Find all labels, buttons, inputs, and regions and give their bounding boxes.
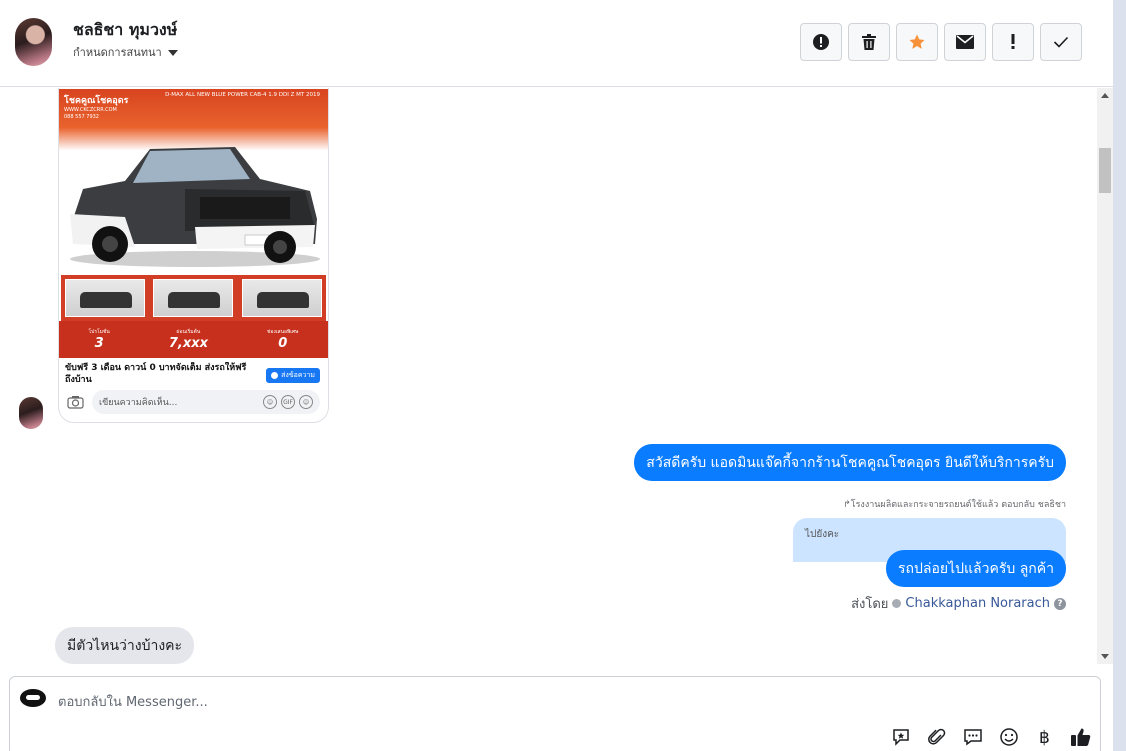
caret-down-icon: [167, 49, 178, 56]
ad-offer-3: ช่องเสนอพิเศษ 0: [267, 328, 299, 351]
page-logo-icon: [20, 689, 46, 707]
attachment-icon: [927, 728, 945, 745]
inbox-conversation-view: ชลธิชา ทุมวงษ์ กำหนดการสนทนา โชคคูณโชคอุ…: [0, 0, 1126, 751]
sent-by-line: ส่งโดย Chakkaphan Norarach ?: [851, 593, 1066, 614]
reply-composer[interactable]: ตอบกลับใน Messenger... ฿: [9, 676, 1101, 751]
like-button[interactable]: [1069, 725, 1092, 748]
ad-offer-1: โปรโมชั่น 3: [89, 328, 110, 351]
assign-conversation-dropdown[interactable]: กำหนดการสนทนา: [73, 43, 178, 61]
conversation-header: ชลธิชา ทุมวงษ์ กำหนดการสนทนา: [0, 0, 1113, 87]
svg-text:฿: ฿: [1039, 728, 1050, 747]
star-button[interactable]: [896, 23, 938, 61]
outgoing-message-reply[interactable]: รถปล่อยไปแล้วครับ ลูกค้า: [886, 550, 1066, 587]
payment-button[interactable]: ฿: [1033, 725, 1056, 748]
send-message-label: ส่งข้อความ: [281, 371, 315, 379]
reply-arrow-icon: ↱: [843, 500, 851, 510]
follow-up-button[interactable]: [992, 23, 1034, 61]
comment-input[interactable]: เขียนความคิดเห็น... ☺ GIF ☺: [92, 390, 320, 414]
quick-reply-button[interactable]: [961, 725, 984, 748]
emoji-icon[interactable]: ☺: [299, 395, 313, 409]
mark-unread-button[interactable]: [944, 23, 986, 61]
ad-offer-1-label: โปรโมชั่น: [88, 329, 110, 335]
delete-button[interactable]: [848, 23, 890, 61]
ad-offer-2: ผ่อนเริ่มต้น 7,xxx: [169, 328, 208, 351]
agent-name[interactable]: Chakkaphan Norarach: [905, 596, 1050, 611]
ad-offers: โปรโมชั่น 3 ผ่อนเริ่มต้น 7,xxx ช่องเสนอพิเ…: [59, 321, 328, 358]
ad-offer-3-label: ช่องเสนอพิเศษ: [266, 329, 299, 335]
gif-icon[interactable]: GIF: [281, 395, 295, 409]
comment-row: เขียนความคิดเห็น... ☺ GIF ☺: [59, 384, 328, 420]
reply-reference: ↱โรงงานผลิตและกระจายรถยนต์ใช้แล้ว ตอบกลั…: [843, 497, 1066, 511]
ad-thumbnail: [153, 279, 234, 317]
truck-image: [70, 147, 320, 267]
ad-thumbnails: [61, 275, 326, 321]
message-list[interactable]: โชคคูณโชคอุดร WWW.CKCZCRR.COM 088 557 79…: [0, 88, 1097, 664]
spam-button[interactable]: [800, 23, 842, 61]
incoming-message[interactable]: มีตัวไหนว่างบ้างคะ: [55, 627, 195, 664]
chat-bubble-icon: [963, 728, 982, 745]
check-icon: [1053, 36, 1069, 48]
star-icon: [909, 34, 925, 49]
window-edge: [1113, 0, 1126, 751]
ad-offer-2-label: ผ่อนเริ่มต้น: [176, 329, 201, 335]
ad-brand: โชคคูณโชคอุดร WWW.CKCZCRR.COM 088 557 79…: [64, 93, 128, 121]
conversation-toolbar: [800, 23, 1082, 61]
exclamation-circle-icon: [813, 34, 829, 50]
exclamation-icon: [1011, 34, 1015, 49]
reply-input[interactable]: ตอบกลับใน Messenger...: [58, 691, 208, 712]
composer-tools: ฿: [889, 725, 1092, 748]
ad-offer-2-value: 7,xxx: [168, 336, 208, 351]
sent-by-label: ส่งโดย: [851, 597, 889, 612]
ad-offer-3-value: 0: [278, 336, 288, 351]
scrollbar-thumb[interactable]: [1099, 148, 1111, 193]
baht-icon: ฿: [1039, 728, 1050, 747]
verified-icon: [892, 599, 902, 608]
ad-model: D-MAX ALL NEW BLUE POWER CAB-4 1.9 DDI Z…: [165, 92, 320, 98]
emoji-button[interactable]: [997, 725, 1020, 748]
attachment-button[interactable]: [925, 725, 948, 748]
comment-placeholder: เขียนความคิดเห็น...: [99, 398, 178, 408]
saved-reply-icon: [892, 728, 909, 746]
ad-thumbnail: [241, 279, 322, 317]
contact-name[interactable]: ชลธิชา ทุมวงษ์: [73, 18, 177, 43]
assign-label: กำหนดการสนทนา: [73, 46, 162, 59]
done-button[interactable]: [1040, 23, 1082, 61]
camera-icon[interactable]: [67, 395, 84, 409]
send-message-button[interactable]: ส่งข้อความ: [266, 368, 320, 383]
emoji-icon: [999, 727, 1018, 746]
trash-icon: [862, 34, 876, 50]
post-image[interactable]: โชคคูณโชคอุดร WWW.CKCZCRR.COM 088 557 79…: [59, 88, 328, 358]
message-scrollbar[interactable]: [1097, 88, 1113, 664]
sticker-icon[interactable]: ☺: [263, 395, 277, 409]
scroll-down-arrow-icon[interactable]: [1101, 654, 1109, 659]
ad-brand-name: โชคคูณโชคอุดร: [64, 96, 129, 106]
like-icon: [1070, 728, 1090, 746]
ad-offer-1-value: 3: [94, 336, 104, 351]
scroll-up-arrow-icon[interactable]: [1101, 93, 1109, 98]
post-caption: ขับฟรี 3 เดือน ดาวน์ 0 บาทจัดเต็ม ส่งรถใ…: [65, 363, 247, 382]
ad-thumbnail: [65, 279, 146, 317]
contact-avatar[interactable]: [15, 18, 52, 66]
messenger-icon: [271, 372, 279, 379]
saved-reply-button[interactable]: [889, 725, 912, 748]
contact-avatar-small: [19, 397, 43, 429]
shared-post-card[interactable]: โชคคูณโชคอุดร WWW.CKCZCRR.COM 088 557 79…: [58, 88, 329, 423]
envelope-icon: [956, 35, 974, 49]
outgoing-message-greeting[interactable]: สวัสดีครับ แอดมินแจ๊คกี้จากร้านโชคคูณโชค…: [634, 444, 1066, 481]
ad-brand-web: WWW.CKCZCRR.COM: [64, 107, 117, 113]
reply-reference-text: โรงงานผลิตและกระจายรถยนต์ใช้แล้ว ตอบกลับ…: [850, 500, 1066, 510]
help-icon[interactable]: ?: [1054, 597, 1066, 610]
